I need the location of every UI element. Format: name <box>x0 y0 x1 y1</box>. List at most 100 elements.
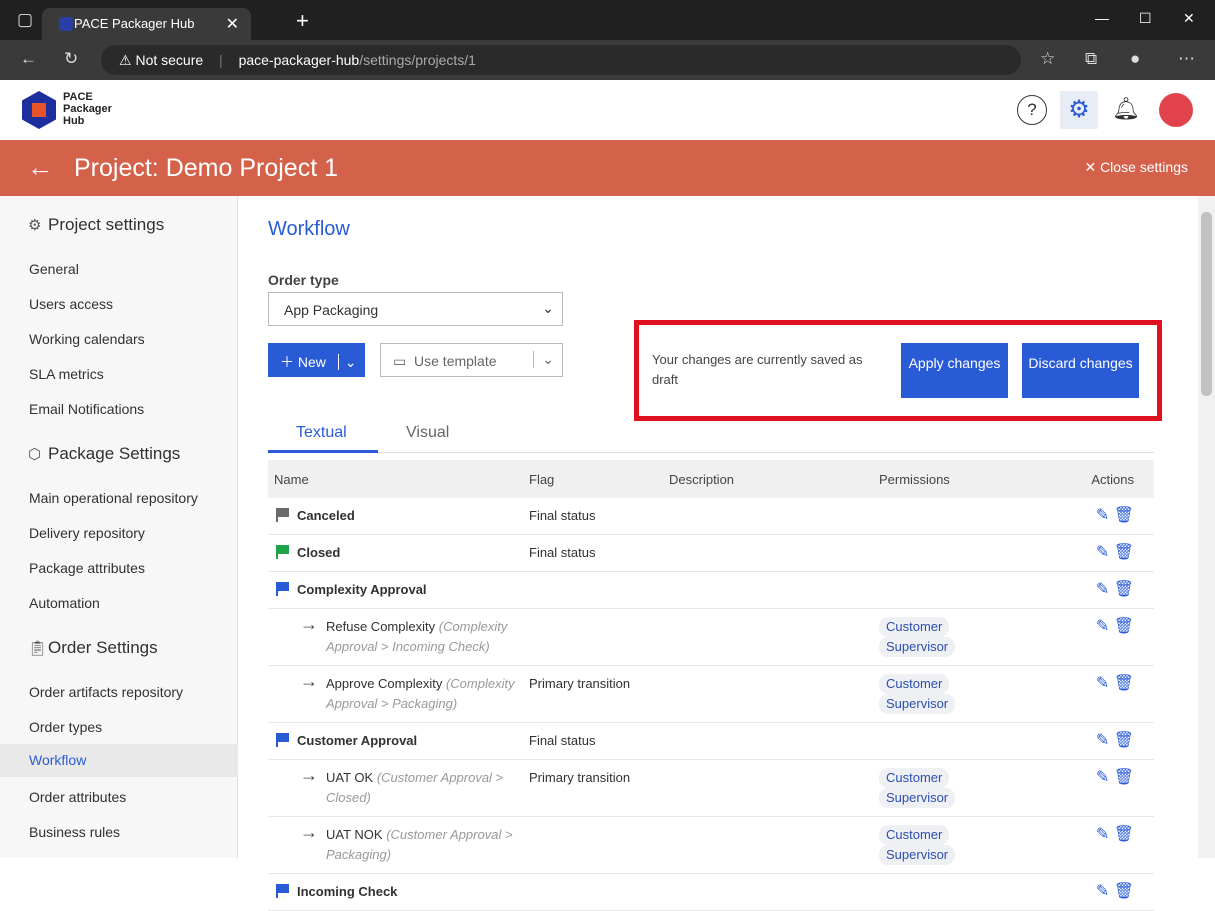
gear-icon: ⚙ <box>28 217 42 234</box>
description-cell <box>663 759 873 817</box>
sidebar-item-order-artifacts[interactable]: Order artifacts repository <box>0 676 238 708</box>
section-title: Workflow <box>268 218 350 240</box>
back-arrow-icon[interactable]: ← <box>27 152 53 183</box>
tab-title: PACE Packager Hub <box>74 16 195 31</box>
delete-icon[interactable]: 🗑︎ <box>1114 618 1134 635</box>
gear-icon[interactable]: ⚙ <box>1060 91 1098 129</box>
transition-name: Approve Complexity <box>326 676 443 691</box>
apply-changes-button[interactable]: Apply changes <box>901 343 1008 398</box>
browser-tab[interactable]: PACE Packager Hub ✕ <box>42 8 251 40</box>
logo-icon[interactable] <box>22 91 56 129</box>
warning-icon: ⚠ <box>119 52 132 68</box>
delete-icon[interactable]: 🗑︎ <box>1114 544 1134 561</box>
delete-icon[interactable]: 🗑︎ <box>1114 675 1134 692</box>
table-row: → UAT NOK (Customer Approval > Packaging)… <box>268 816 1154 874</box>
flag-cell: Final status <box>523 722 663 760</box>
profile-icon[interactable]: ● <box>1130 49 1140 69</box>
discard-changes-button[interactable]: Discard changes <box>1022 343 1139 398</box>
url-input[interactable]: ⚠ Not secure | pace-packager-hub/setting… <box>101 45 1021 75</box>
scrollbar[interactable] <box>1198 196 1215 858</box>
description-cell <box>663 608 873 666</box>
refresh-icon[interactable]: ↻ <box>64 49 78 69</box>
edit-icon[interactable]: ✎ <box>1096 883 1109 900</box>
minimize-icon[interactable]: — <box>1095 10 1109 26</box>
arrow-right-icon: → <box>300 822 318 842</box>
browser-tab-bar: ▢ PACE Packager Hub ✕ + — ☐ ✕ <box>0 0 1215 40</box>
sidebar-item-order-attributes[interactable]: Order attributes <box>0 781 238 813</box>
close-settings-button[interactable]: ✕ Close settings <box>1084 159 1188 176</box>
delete-icon[interactable]: 🗑︎ <box>1114 507 1134 524</box>
chevron-down-icon: ⌄ <box>542 300 554 316</box>
main-content: Workflow Order type App Packaging ⌄ ＋ New… <box>239 196 1198 911</box>
table-row: → Refuse Complexity (Complexity Approval … <box>268 608 1154 666</box>
sidebar-item-users-access[interactable]: Users access <box>0 288 238 320</box>
sidebar-item-main-repo[interactable]: Main operational repository <box>0 482 238 514</box>
description-cell <box>663 498 873 535</box>
status-name: Incoming Check <box>297 884 398 899</box>
favorites-icon[interactable]: ☆ <box>1040 49 1055 69</box>
arrow-right-icon: → <box>300 671 318 691</box>
sidebar-item-business-rules[interactable]: Business rules <box>0 816 238 848</box>
description-cell <box>663 534 873 572</box>
delete-icon[interactable]: 🗑︎ <box>1114 883 1134 900</box>
edit-icon[interactable]: ✎ <box>1096 826 1109 843</box>
edit-icon[interactable]: ✎ <box>1096 732 1109 749</box>
use-template-button[interactable]: ▭ Use template ⌄ <box>380 343 563 377</box>
window-close-icon[interactable]: ✕ <box>1183 10 1195 27</box>
back-icon[interactable]: ← <box>20 49 37 69</box>
sidebar-item-order-types[interactable]: Order types <box>0 711 238 743</box>
delete-icon[interactable]: 🗑︎ <box>1114 581 1134 598</box>
sidebar-item-package-attributes[interactable]: Package attributes <box>0 552 238 584</box>
sidebar-item-delivery-repo[interactable]: Delivery repository <box>0 517 238 549</box>
edit-icon[interactable]: ✎ <box>1096 544 1109 561</box>
draft-message: Your changes are currently saved as draf… <box>652 352 863 387</box>
collections-icon[interactable]: ⧉ <box>1085 49 1097 69</box>
bell-icon[interactable]: 🔔︎ <box>1111 95 1141 125</box>
new-tab-icon[interactable]: + <box>296 8 309 34</box>
avatar[interactable] <box>1159 93 1193 127</box>
description-cell <box>663 873 873 911</box>
edit-icon[interactable]: ✎ <box>1096 769 1109 786</box>
edit-icon[interactable]: ✎ <box>1096 507 1109 524</box>
delete-icon[interactable]: 🗑︎ <box>1114 732 1134 749</box>
table-row: Canceled Final status ✎ 🗑︎ <box>268 498 1154 535</box>
edit-icon[interactable]: ✎ <box>1096 581 1109 598</box>
delete-icon[interactable]: 🗑︎ <box>1114 826 1134 843</box>
delete-icon[interactable]: 🗑︎ <box>1114 769 1134 786</box>
sidebar-item-sla-metrics[interactable]: SLA metrics <box>0 358 238 390</box>
transition-name: UAT NOK <box>326 827 383 842</box>
transition-name: Refuse Complexity <box>326 619 436 634</box>
sidebar-item-automation[interactable]: Automation <box>0 587 238 619</box>
sidebar-item-workflow[interactable]: Workflow <box>0 744 238 777</box>
sidebar-item-general[interactable]: General <box>0 253 238 285</box>
flag-cell: Final status <box>523 534 663 572</box>
tab-visual[interactable]: Visual <box>406 424 449 442</box>
help-icon[interactable]: ? <box>1017 95 1047 125</box>
table-row: → UAT OK (Customer Approval > Closed) Prim… <box>268 759 1154 817</box>
new-button[interactable]: ＋ New ⌄ <box>268 343 365 377</box>
column-flag: Flag <box>523 460 663 498</box>
sidebar-item-working-calendars[interactable]: Working calendars <box>0 323 238 355</box>
more-icon[interactable]: ⋯ <box>1178 49 1195 69</box>
description-cell <box>663 665 873 723</box>
edit-icon[interactable]: ✎ <box>1096 618 1109 635</box>
chevron-down-icon: ⌄ <box>533 351 554 368</box>
maximize-icon[interactable]: ☐ <box>1139 10 1152 27</box>
tab-textual[interactable]: Textual <box>296 424 347 442</box>
project-header: ← Project: Demo Project 1 ✕ Close settin… <box>0 140 1215 196</box>
column-actions: Actions <box>1043 460 1154 498</box>
sidebar-item-email-notifications[interactable]: Email Notifications <box>0 393 238 425</box>
workflow-table: Name Flag Description Permissions Action… <box>268 460 1154 911</box>
arrow-right-icon: → <box>300 614 318 634</box>
order-type-select[interactable]: App Packaging ⌄ <box>268 292 563 326</box>
description-cell <box>663 722 873 760</box>
permission-chip: Supervisor <box>879 637 956 657</box>
tab-actions-icon[interactable]: ▢ <box>17 10 33 30</box>
close-tab-icon[interactable]: ✕ <box>226 14 239 34</box>
edit-icon[interactable]: ✎ <box>1096 675 1109 692</box>
permission-chip: Supervisor <box>879 788 956 808</box>
address-bar: ← ↻ ⚠ Not secure | pace-packager-hub/set… <box>0 40 1215 80</box>
template-icon: ▭ <box>393 353 407 369</box>
table-row: Customer Approval Final status ✎ 🗑︎ <box>268 722 1154 760</box>
permission-chip: Customer <box>879 617 950 637</box>
